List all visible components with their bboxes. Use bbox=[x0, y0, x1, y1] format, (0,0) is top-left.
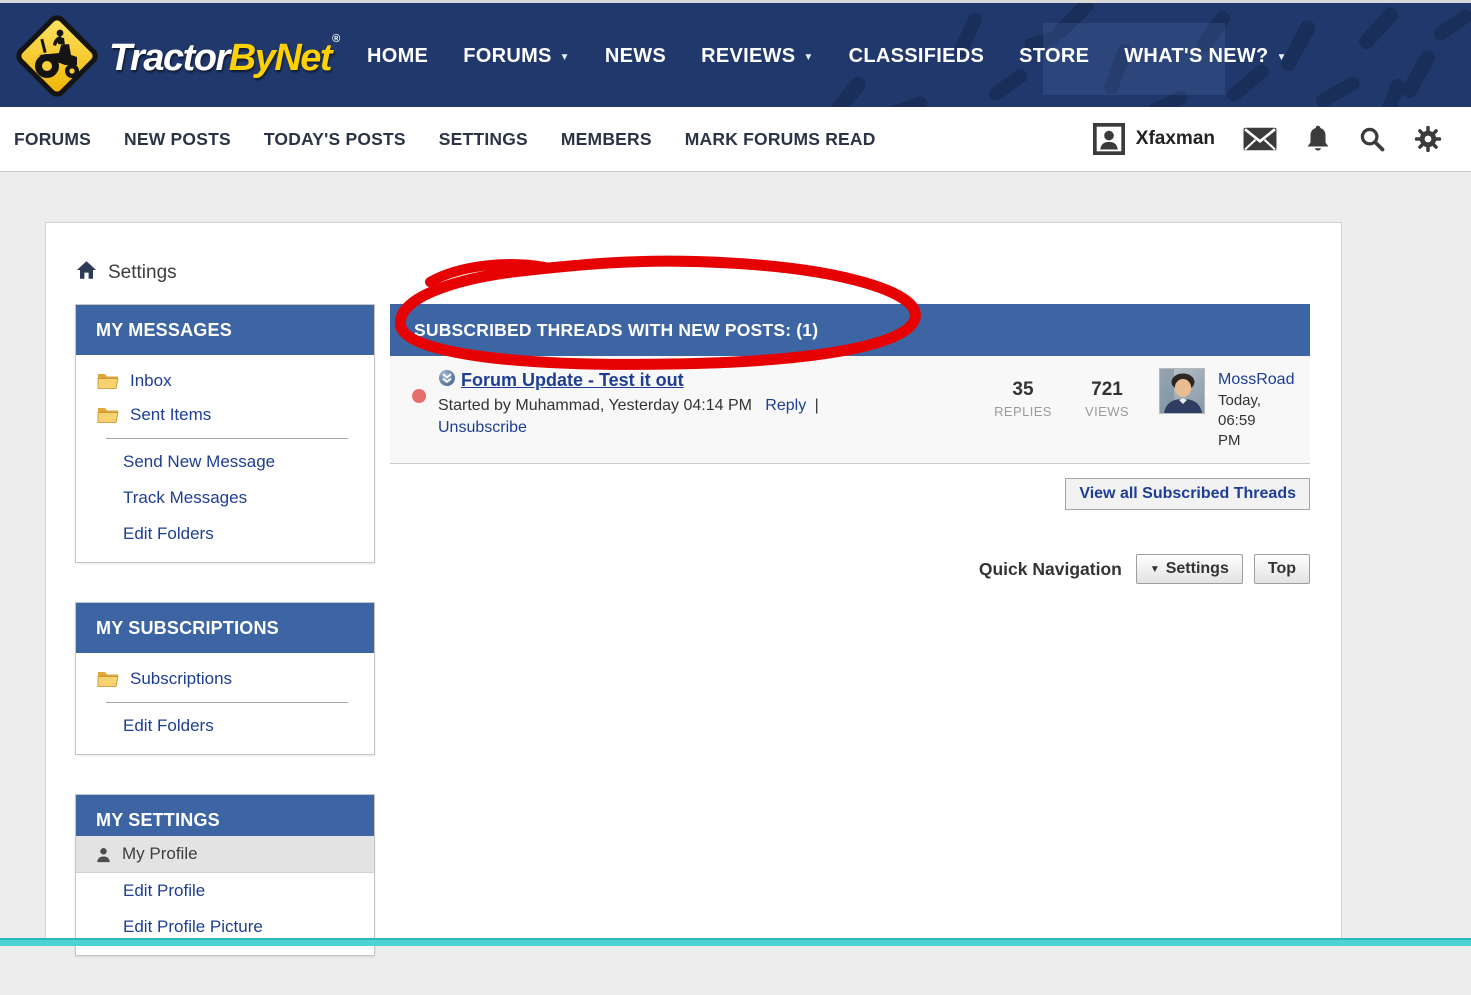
sidebar-item-sent-items[interactable]: Sent Items bbox=[76, 398, 374, 432]
chevron-down-icon: ▼ bbox=[803, 52, 813, 63]
sidebar-item-inbox[interactable]: Inbox bbox=[76, 364, 374, 398]
bottom-edge-bar bbox=[0, 938, 1471, 946]
nav-home[interactable]: HOME bbox=[367, 45, 428, 68]
breadcrumb: Settings bbox=[76, 260, 1341, 286]
subnav-todays-posts[interactable]: TODAY'S POSTS bbox=[264, 129, 406, 150]
chevron-down-icon: ▼ bbox=[1277, 52, 1287, 63]
separator: | bbox=[815, 397, 819, 414]
subscribed-threads-header: SUBSCRIBED THREADS WITH NEW POSTS: (1) bbox=[390, 304, 1310, 356]
nav-whats-new[interactable]: WHAT'S NEW?▼ bbox=[1124, 45, 1287, 68]
quick-navigation-label: Quick Navigation bbox=[979, 559, 1122, 580]
panel-my-subscriptions: MY SUBSCRIPTIONS Subscriptions Edit Fold… bbox=[75, 602, 375, 755]
top-button[interactable]: Top bbox=[1254, 554, 1310, 584]
divider bbox=[106, 438, 348, 439]
sidebar-item-track-messages[interactable]: Track Messages bbox=[76, 480, 374, 516]
folder-icon bbox=[97, 406, 119, 424]
site-logo-text: TractorByNet® bbox=[109, 33, 339, 80]
panel-title: MY SUBSCRIPTIONS bbox=[76, 603, 374, 653]
goto-first-unread-icon[interactable] bbox=[438, 369, 456, 392]
breadcrumb-label[interactable]: Settings bbox=[108, 262, 177, 284]
panel-my-messages: MY MESSAGES Inbox Sent Items Send New Me… bbox=[75, 304, 375, 563]
quick-navigation: Quick Navigation ▼Settings Top bbox=[390, 554, 1310, 584]
folder-icon bbox=[97, 372, 119, 390]
nav-classifieds[interactable]: CLASSIFIEDS bbox=[849, 45, 985, 68]
person-icon bbox=[95, 846, 112, 863]
subnav-new-posts[interactable]: NEW POSTS bbox=[124, 129, 231, 150]
sidebar-item-edit-folders[interactable]: Edit Folders bbox=[76, 708, 374, 744]
content-container: Settings MY MESSAGES Inbox Sent Items bbox=[45, 222, 1342, 946]
primary-nav: HOME FORUMS▼ NEWS REVIEWS▼ CLASSIFIEDS S… bbox=[367, 3, 1287, 107]
quick-nav-settings-button[interactable]: ▼Settings bbox=[1136, 554, 1243, 584]
thread-meta: Started by Muhammad, Yesterday 04:14 PM … bbox=[438, 397, 981, 415]
search-icon[interactable] bbox=[1358, 125, 1386, 153]
home-icon[interactable] bbox=[76, 260, 97, 286]
nav-reviews[interactable]: REVIEWS▼ bbox=[701, 45, 814, 68]
main-content: SUBSCRIBED THREADS WITH NEW POSTS: (1) F… bbox=[390, 304, 1310, 995]
thread-row: Forum Update - Test it out Started by Mu… bbox=[390, 356, 1310, 464]
subnav-settings[interactable]: SETTINGS bbox=[439, 129, 528, 150]
nav-store[interactable]: STORE bbox=[1019, 45, 1089, 68]
views-stat: 721 VIEWS bbox=[1065, 365, 1149, 451]
messages-envelope-icon[interactable] bbox=[1242, 126, 1278, 152]
chevron-down-icon: ▼ bbox=[560, 52, 570, 63]
sidebar-item-subscriptions[interactable]: Subscriptions bbox=[76, 662, 374, 696]
thread-info: Forum Update - Test it out Started by Mu… bbox=[438, 365, 981, 451]
subnav-forums[interactable]: FORUMS bbox=[14, 129, 91, 150]
reply-link[interactable]: Reply bbox=[765, 397, 806, 414]
last-post-time: Today, 06:59 PM bbox=[1218, 391, 1274, 452]
folder-icon bbox=[97, 670, 119, 688]
replies-stat: 35 REPLIES bbox=[981, 365, 1065, 451]
notifications-bell-icon[interactable] bbox=[1305, 124, 1331, 154]
username-link[interactable]: Xfaxman bbox=[1136, 128, 1215, 150]
user-profile-icon[interactable] bbox=[1092, 122, 1126, 156]
site-logo[interactable]: TractorByNet® bbox=[13, 11, 339, 101]
subnav-members[interactable]: MEMBERS bbox=[561, 129, 652, 150]
unsubscribe-link[interactable]: Unsubscribe bbox=[438, 419, 527, 436]
divider bbox=[106, 702, 348, 703]
nav-forums[interactable]: FORUMS▼ bbox=[463, 45, 570, 68]
subnav-mark-forums-read[interactable]: MARK FORUMS READ bbox=[685, 129, 876, 150]
nav-news[interactable]: NEWS bbox=[605, 45, 666, 68]
replies-label: REPLIES bbox=[981, 404, 1065, 419]
sidebar-item-edit-folders[interactable]: Edit Folders bbox=[76, 516, 374, 552]
last-poster-link[interactable]: MossRoad bbox=[1218, 369, 1310, 391]
sidebar-item-edit-profile[interactable]: Edit Profile bbox=[76, 873, 374, 909]
sidebar: MY MESSAGES Inbox Sent Items Send New Me… bbox=[75, 304, 375, 995]
sidebar-item-my-profile[interactable]: My Profile bbox=[76, 836, 374, 873]
unread-dot-icon bbox=[412, 389, 426, 403]
last-post-info: MossRoad Today, 06:59 PM bbox=[1218, 365, 1310, 451]
views-count: 721 bbox=[1065, 379, 1149, 401]
secondary-navbar: FORUMS NEW POSTS TODAY'S POSTS SETTINGS … bbox=[0, 107, 1471, 172]
avatar[interactable] bbox=[1159, 368, 1205, 414]
tractor-diamond-icon bbox=[13, 11, 101, 101]
replies-count: 35 bbox=[981, 379, 1065, 401]
user-toolbar: Xfaxman bbox=[1092, 107, 1443, 171]
two-column-layout: MY MESSAGES Inbox Sent Items Send New Me… bbox=[46, 304, 1341, 995]
chevron-down-icon: ▼ bbox=[1150, 564, 1160, 575]
gear-icon[interactable] bbox=[1413, 124, 1443, 154]
top-navbar: TractorByNet® HOME FORUMS▼ NEWS REVIEWS▼… bbox=[0, 0, 1471, 107]
views-label: VIEWS bbox=[1065, 404, 1149, 419]
page-background: Settings MY MESSAGES Inbox Sent Items bbox=[0, 172, 1471, 946]
thread-title-link[interactable]: Forum Update - Test it out bbox=[461, 370, 684, 391]
forum-nav: FORUMS NEW POSTS TODAY'S POSTS SETTINGS … bbox=[14, 107, 876, 171]
view-all-subscribed-threads-button[interactable]: View all Subscribed Threads bbox=[1065, 478, 1310, 510]
sidebar-item-send-new-message[interactable]: Send New Message bbox=[76, 444, 374, 480]
panel-title: MY MESSAGES bbox=[76, 305, 374, 355]
panel-my-settings: MY SETTINGS My Profile Edit Profile Edit… bbox=[75, 794, 375, 956]
started-by-text: Started by Muhammad, Yesterday 04:14 PM bbox=[438, 397, 752, 414]
